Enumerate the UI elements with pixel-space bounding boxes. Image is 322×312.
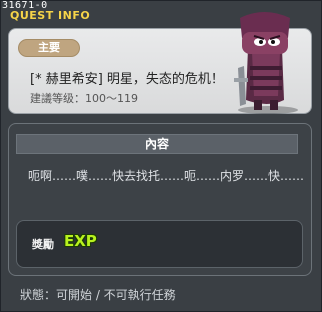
recommended-level: 建議等级：100～119 bbox=[30, 92, 138, 105]
content-text: 呃啊……噗……快去找托……呃……内罗……快…… bbox=[28, 169, 305, 183]
exp-reward-icon: EXP bbox=[64, 232, 97, 250]
reward-box bbox=[16, 220, 303, 268]
npc-portrait-icon bbox=[234, 12, 298, 114]
quest-status: 狀態：可開始 / 不可執行任務 bbox=[20, 288, 176, 302]
quest-name: [* 赫里希安] 明星，失态的危机！ bbox=[30, 72, 224, 87]
quest-type-badge: 主要 bbox=[18, 39, 80, 57]
window-title: QUEST INFO bbox=[10, 9, 91, 22]
content-header: 內容 bbox=[16, 134, 298, 154]
reward-label: 獎勵 bbox=[32, 238, 54, 251]
